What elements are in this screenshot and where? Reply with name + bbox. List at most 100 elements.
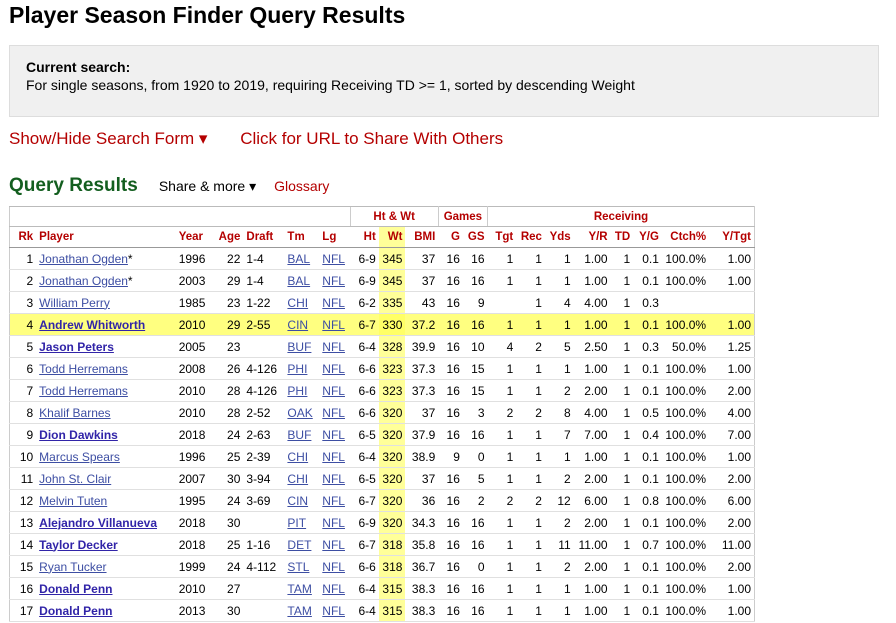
column-header-ctch-[interactable]: Ctch% — [661, 226, 710, 248]
column-header-y-r[interactable]: Y/R — [573, 226, 611, 248]
column-header-player[interactable]: Player — [36, 226, 176, 248]
cell-td: 1 — [610, 599, 634, 622]
team-link[interactable]: BUF — [287, 428, 311, 442]
toggle-search-form-link[interactable]: Show/Hide Search Form ▾ — [9, 129, 207, 148]
player-link[interactable]: Andrew Whitworth — [39, 318, 145, 332]
column-header-g[interactable]: G — [438, 226, 463, 248]
share-more-menu[interactable]: Share & more ▾ — [159, 178, 256, 195]
league-link[interactable]: NFL — [322, 340, 345, 354]
cell-g: 16 — [438, 247, 463, 270]
league-link[interactable]: NFL — [322, 274, 345, 288]
cell-ctch: 100.0% — [661, 511, 710, 534]
cell-wt: 328 — [378, 335, 406, 358]
team-link[interactable]: CHI — [287, 472, 308, 486]
league-link[interactable]: NFL — [322, 428, 345, 442]
cell-player: William Perry — [36, 291, 176, 314]
cell-draft — [243, 335, 285, 358]
team-link[interactable]: TAM — [287, 582, 311, 596]
cell-lg: NFL — [319, 599, 351, 622]
cell-yr: 11.00 — [573, 533, 611, 556]
column-header-y-tgt[interactable]: Y/Tgt — [709, 226, 755, 248]
column-header-yds[interactable]: Yds — [544, 226, 574, 248]
column-header-gs[interactable]: GS — [462, 226, 488, 248]
player-link[interactable]: Jason Peters — [39, 340, 114, 354]
cell-g: 16 — [438, 577, 463, 600]
team-link[interactable]: PHI — [287, 362, 307, 376]
league-link[interactable]: NFL — [322, 604, 345, 618]
column-header-draft[interactable]: Draft — [243, 226, 285, 248]
player-link[interactable]: William Perry — [39, 296, 110, 310]
player-link[interactable]: Jonathan Ogden — [39, 274, 128, 288]
league-link[interactable]: NFL — [322, 362, 345, 376]
league-link[interactable]: NFL — [322, 406, 345, 420]
team-link[interactable]: CIN — [287, 494, 308, 508]
column-header-wt[interactable]: Wt — [378, 226, 406, 248]
cell-td: 1 — [610, 379, 634, 402]
team-link[interactable]: TAM — [287, 604, 311, 618]
player-link[interactable]: Todd Herremans — [39, 384, 128, 398]
league-link[interactable]: NFL — [322, 582, 345, 596]
cell-player: Ryan Tucker — [36, 555, 176, 578]
team-link[interactable]: STL — [287, 560, 309, 574]
team-link[interactable]: PHI — [287, 384, 307, 398]
league-link[interactable]: NFL — [322, 516, 345, 530]
team-link[interactable]: BAL — [287, 274, 310, 288]
player-link[interactable]: Alejandro Villanueva — [39, 516, 157, 530]
player-link[interactable]: Jonathan Ogden — [39, 252, 128, 266]
league-link[interactable]: NFL — [322, 296, 345, 310]
league-link[interactable]: NFL — [322, 252, 345, 266]
team-link[interactable]: CHI — [287, 450, 308, 464]
league-link[interactable]: NFL — [322, 538, 345, 552]
cell-ht: 6-9 — [350, 247, 379, 270]
league-link[interactable]: NFL — [322, 494, 345, 508]
cell-g: 16 — [438, 401, 463, 424]
league-link[interactable]: NFL — [322, 318, 345, 332]
player-link[interactable]: Todd Herremans — [39, 362, 128, 376]
cell-tm: CHI — [284, 291, 320, 314]
league-link[interactable]: NFL — [322, 384, 345, 398]
team-link[interactable]: BAL — [287, 252, 310, 266]
column-header-bmi[interactable]: BMI — [405, 226, 439, 248]
column-header-row: Rk Player Year Age Draft Tm Lg Ht Wt BMI G GS Tgt Rec… — [9, 226, 755, 248]
column-header-rk[interactable]: Rk — [9, 226, 37, 248]
league-link[interactable]: NFL — [322, 560, 345, 574]
player-link[interactable]: Dion Dawkins — [39, 428, 118, 442]
player-link[interactable]: Donald Penn — [39, 604, 112, 618]
league-link[interactable]: NFL — [322, 472, 345, 486]
column-header-lg[interactable]: Lg — [319, 226, 351, 248]
column-header-age[interactable]: Age — [212, 226, 244, 248]
team-link[interactable]: PIT — [287, 516, 306, 530]
current-search-label: Current search: — [26, 59, 131, 75]
team-link[interactable]: BUF — [287, 340, 311, 354]
column-header-tm[interactable]: Tm — [284, 226, 320, 248]
column-header-rec[interactable]: Rec — [516, 226, 545, 248]
cell-gs: 3 — [462, 401, 488, 424]
team-link[interactable]: OAK — [287, 406, 312, 420]
player-link[interactable]: John St. Clair — [39, 472, 111, 486]
cell-year: 2018 — [175, 423, 213, 446]
cell-bmi: 36 — [405, 489, 439, 512]
column-header-ht[interactable]: Ht — [350, 226, 379, 248]
team-link[interactable]: DET — [287, 538, 311, 552]
column-header-td[interactable]: TD — [610, 226, 634, 248]
share-url-link[interactable]: Click for URL to Share With Others — [240, 129, 503, 148]
glossary-link[interactable]: Glossary — [274, 178, 329, 194]
player-link[interactable]: Marcus Spears — [39, 450, 120, 464]
column-header-y-g[interactable]: Y/G — [633, 226, 662, 248]
team-link[interactable]: CHI — [287, 296, 308, 310]
cell-rec: 1 — [516, 291, 545, 314]
player-link[interactable]: Khalif Barnes — [39, 406, 110, 420]
player-link[interactable]: Ryan Tucker — [39, 560, 106, 574]
column-header-year[interactable]: Year — [175, 226, 213, 248]
player-link[interactable]: Donald Penn — [39, 582, 112, 596]
league-link[interactable]: NFL — [322, 450, 345, 464]
player-link[interactable]: Melvin Tuten — [39, 494, 107, 508]
results-table-body: 1 Jonathan Ogden* 1996 22 1-4 BAL NFL 6-9 345 37 1… — [9, 247, 755, 622]
cell-tm: PHI — [284, 357, 320, 380]
column-header-tgt[interactable]: Tgt — [487, 226, 517, 248]
cell-lg: NFL — [319, 313, 351, 336]
player-link[interactable]: Taylor Decker — [39, 538, 118, 552]
cell-yds: 2 — [544, 379, 574, 402]
team-link[interactable]: CIN — [287, 318, 308, 332]
cell-player: Jason Peters — [36, 335, 176, 358]
